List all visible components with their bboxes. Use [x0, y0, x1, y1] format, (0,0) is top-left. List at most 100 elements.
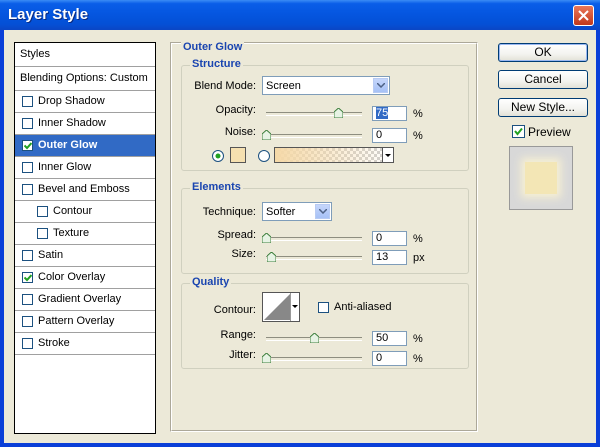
- outer-glow-panel: Outer Glow Structure Blend Mode: Screen …: [170, 41, 478, 432]
- style-item-label: Pattern Overlay: [38, 315, 115, 327]
- preview-label: Preview: [528, 125, 571, 139]
- chevron-down-icon: [315, 204, 330, 219]
- spread-input[interactable]: 0: [372, 231, 407, 246]
- anti-aliased-label: Anti-aliased: [334, 301, 392, 313]
- styles-list-item[interactable]: Inner Shadow: [15, 113, 155, 135]
- spread-unit: %: [413, 233, 423, 245]
- range-slider-track[interactable]: [266, 337, 362, 341]
- title-bar[interactable]: Layer Style: [0, 0, 600, 30]
- range-value: 50: [376, 332, 389, 344]
- styles-list-item[interactable]: Inner Glow: [15, 157, 155, 179]
- contour-picker[interactable]: [262, 292, 300, 322]
- styles-list-item[interactable]: Texture: [15, 223, 155, 245]
- glow-color-swatch[interactable]: [230, 147, 246, 163]
- styles-list-item[interactable]: Bevel and Emboss: [15, 179, 155, 201]
- range-slider-thumb[interactable]: [310, 333, 319, 343]
- opacity-input[interactable]: 75: [372, 106, 407, 121]
- blending-options-item[interactable]: Blending Options: Custom: [15, 67, 155, 91]
- preview-swatch: [525, 162, 557, 194]
- contour-curve-icon: [264, 294, 290, 320]
- styles-list-item[interactable]: Satin: [15, 245, 155, 267]
- styles-header[interactable]: Styles: [15, 43, 155, 67]
- close-icon: [578, 10, 589, 21]
- preview-checkbox[interactable]: [512, 125, 525, 138]
- size-value: 13: [376, 251, 389, 263]
- style-checkbox[interactable]: [22, 294, 33, 305]
- blend-mode-value: Screen: [266, 80, 301, 92]
- structure-group: Structure Blend Mode: Screen Opacity: 75…: [181, 58, 469, 171]
- styles-list-item[interactable]: Gradient Overlay: [15, 289, 155, 311]
- quality-group: Quality Contour: Anti-aliased Range: 50 …: [181, 276, 469, 369]
- solid-color-radio[interactable]: [212, 150, 224, 162]
- styles-list-item[interactable]: Color Overlay: [15, 267, 155, 289]
- style-checkbox[interactable]: [22, 140, 33, 151]
- styles-list-item[interactable]: Outer Glow: [15, 135, 155, 157]
- style-item-label: Satin: [38, 249, 64, 261]
- ok-button[interactable]: OK: [498, 43, 588, 62]
- cancel-button[interactable]: Cancel: [498, 70, 588, 89]
- style-item-label: Stroke: [38, 337, 70, 349]
- contour-label: Contour:: [213, 304, 256, 316]
- noise-input[interactable]: 0: [372, 128, 407, 143]
- spread-slider-track[interactable]: [266, 237, 362, 241]
- window-title: Layer Style: [8, 6, 89, 23]
- technique-label: Technique:: [202, 206, 256, 218]
- spread-slider-thumb[interactable]: [262, 233, 271, 243]
- gradient-dropdown[interactable]: [382, 148, 393, 162]
- anti-aliased-checkbox[interactable]: [318, 302, 329, 313]
- opacity-slider-thumb[interactable]: [334, 108, 343, 118]
- jitter-unit: %: [413, 353, 423, 365]
- close-button[interactable]: [573, 5, 594, 26]
- opacity-label: Opacity:: [215, 104, 256, 116]
- jitter-slider-thumb[interactable]: [262, 353, 271, 363]
- spread-label: Spread:: [217, 229, 256, 241]
- style-checkbox[interactable]: [22, 162, 33, 173]
- layer-style-window: Layer Style Styles Blending Options: Cus…: [0, 0, 600, 447]
- style-checkbox[interactable]: [22, 184, 33, 195]
- new-style-button[interactable]: New Style...: [498, 98, 588, 117]
- style-item-label: Inner Glow: [38, 161, 92, 173]
- style-item-label: Contour: [53, 205, 93, 217]
- noise-value: 0: [376, 129, 383, 141]
- jitter-label: Jitter:: [229, 349, 256, 361]
- style-checkbox[interactable]: [37, 228, 48, 239]
- size-slider-thumb[interactable]: [266, 252, 276, 262]
- size-label: Size:: [231, 248, 256, 260]
- range-label: Range:: [220, 329, 256, 341]
- style-checkbox[interactable]: [22, 338, 33, 349]
- style-item-label: Drop Shadow: [38, 95, 105, 107]
- range-unit: %: [413, 333, 423, 345]
- styles-list-item[interactable]: Drop Shadow: [15, 91, 155, 113]
- style-checkbox[interactable]: [22, 96, 33, 107]
- size-slider-track[interactable]: [266, 256, 362, 260]
- noise-label: Noise:: [224, 126, 256, 138]
- blend-mode-select[interactable]: Screen: [262, 76, 390, 95]
- structure-title: Structure: [190, 58, 243, 70]
- contour-dropdown[interactable]: [290, 293, 299, 321]
- gradient-picker[interactable]: [274, 147, 394, 163]
- style-checkbox[interactable]: [22, 118, 33, 129]
- gradient-radio[interactable]: [258, 150, 270, 162]
- styles-list-item[interactable]: Stroke: [15, 333, 155, 355]
- styles-list-item[interactable]: Pattern Overlay: [15, 311, 155, 333]
- style-checkbox[interactable]: [22, 250, 33, 261]
- technique-value: Softer: [266, 206, 296, 218]
- style-checkbox[interactable]: [37, 206, 48, 217]
- opacity-slider-track[interactable]: [266, 112, 362, 116]
- jitter-input[interactable]: 0: [372, 351, 407, 366]
- quality-title: Quality: [190, 276, 232, 288]
- style-item-label: Inner Shadow: [38, 117, 106, 129]
- preview-thumbnail: [509, 146, 573, 210]
- noise-slider-thumb[interactable]: [262, 130, 271, 140]
- styles-list-item[interactable]: Contour: [15, 201, 155, 223]
- style-checkbox[interactable]: [22, 272, 33, 283]
- jitter-slider-track[interactable]: [266, 357, 362, 361]
- noise-unit: %: [413, 130, 423, 142]
- style-checkbox[interactable]: [22, 316, 33, 327]
- size-input[interactable]: 13: [372, 250, 407, 265]
- range-input[interactable]: 50: [372, 331, 407, 346]
- noise-slider-track[interactable]: [266, 134, 362, 138]
- panel-title: Outer Glow: [181, 41, 245, 53]
- styles-list: Styles Blending Options: Custom Drop Sha…: [14, 42, 156, 434]
- technique-select[interactable]: Softer: [262, 202, 332, 221]
